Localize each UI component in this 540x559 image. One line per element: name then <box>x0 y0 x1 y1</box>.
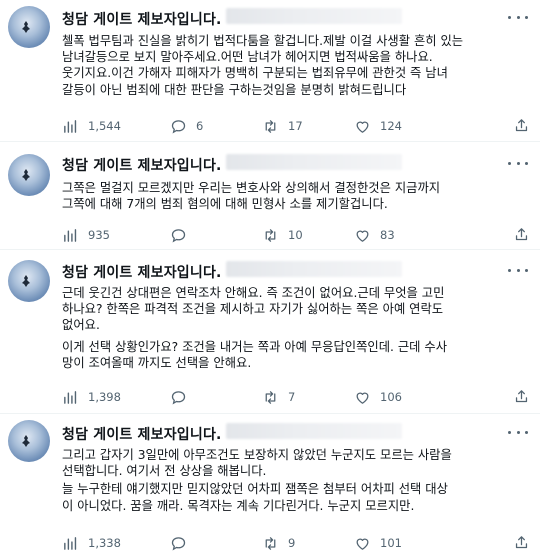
speech-bubble-icon <box>171 119 186 133</box>
tweet-actions: 1,544 6 17 124 <box>62 117 532 135</box>
reply-button[interactable] <box>170 388 196 406</box>
heart-icon <box>356 392 369 404</box>
author-name[interactable]: 청담 게이트 제보자입니다. <box>62 155 222 175</box>
author-handle-redacted <box>226 423 402 439</box>
reply-button[interactable] <box>170 226 196 244</box>
views-button[interactable]: 1,338 <box>62 534 121 552</box>
bar-chart-icon <box>64 228 77 242</box>
share-icon[interactable] <box>513 388 530 409</box>
reply-button[interactable]: 6 <box>170 117 203 135</box>
views-button[interactable]: 935 <box>62 226 110 244</box>
author-handle-redacted <box>226 154 402 170</box>
tweet-actions: 935 10 83 <box>62 226 532 244</box>
heart-icon <box>356 230 369 242</box>
author-handle-redacted <box>226 261 402 277</box>
retweet-button[interactable]: 7 <box>262 388 295 406</box>
retweet-button[interactable]: 17 <box>262 117 303 135</box>
author-handle-redacted <box>226 8 402 24</box>
tweet-text: 그쪽은 멀걸지 모르겠지만 우리는 변호사와 상의해서 결정한것은 지금까지 그… <box>62 181 441 212</box>
more-dots-icon[interactable] <box>508 10 528 24</box>
tweet[interactable]: 청담 게이트 제보자입니다. 그리고 갑자기 3일만에 아무조건도 보장하지 않… <box>0 414 540 559</box>
retweet-button[interactable]: 10 <box>262 226 303 244</box>
views-button[interactable]: 1,544 <box>62 117 121 135</box>
more-dots-icon[interactable] <box>508 425 528 439</box>
tweet-text: 그리고 갑자기 3일만에 아무조건도 보장하지 않았던 누군지도 모르는 사람을… <box>62 448 452 513</box>
heart-icon <box>356 538 369 550</box>
avatar[interactable] <box>8 6 50 48</box>
retweet-icon <box>265 119 276 133</box>
more-dots-icon[interactable] <box>508 156 528 170</box>
tweet-actions: 1,338 9 101 <box>62 534 532 552</box>
tweet-text: 근데 웃긴건 상대편은 연락조차 안해요. 즉 조건이 없어요.근데 무엇을 고… <box>62 286 448 370</box>
like-button[interactable]: 106 <box>354 388 402 406</box>
author-name[interactable]: 청담 게이트 제보자입니다. <box>62 262 222 282</box>
tweet-text: 첼폭 법무팀과 진실을 밝히기 법적다툼을 할겁니다.제발 이걸 사생활 흔히 … <box>62 34 464 97</box>
share-icon[interactable] <box>513 117 530 138</box>
tweet-actions: 1,398 7 106 <box>62 388 532 406</box>
more-dots-icon[interactable] <box>508 263 528 277</box>
like-button[interactable]: 101 <box>354 534 402 552</box>
author-name[interactable]: 청담 게이트 제보자입니다. <box>62 9 222 29</box>
bar-chart-icon <box>64 390 77 404</box>
retweet-icon <box>265 536 276 550</box>
retweet-button[interactable]: 9 <box>262 534 295 552</box>
avatar[interactable] <box>8 154 50 196</box>
reply-button[interactable] <box>170 534 196 552</box>
like-button[interactable]: 83 <box>354 226 395 244</box>
heart-icon <box>356 121 369 133</box>
author-name[interactable]: 청담 게이트 제보자입니다. <box>62 424 222 444</box>
avatar[interactable] <box>8 420 50 462</box>
tweet[interactable]: 청담 게이트 제보자입니다. 그쪽은 멀걸지 모르겠지만 우리는 변호사와 상의… <box>0 142 540 249</box>
speech-bubble-icon <box>171 536 186 550</box>
share-icon[interactable] <box>513 226 530 247</box>
avatar[interactable] <box>8 260 50 302</box>
tweet[interactable]: 청담 게이트 제보자입니다. 근데 웃긴건 상대편은 연락조차 안해요. 즉 조… <box>0 250 540 413</box>
views-button[interactable]: 1,398 <box>62 388 121 406</box>
retweet-icon <box>265 228 276 242</box>
speech-bubble-icon <box>171 228 186 242</box>
like-button[interactable]: 124 <box>354 117 402 135</box>
share-icon[interactable] <box>513 534 530 555</box>
speech-bubble-icon <box>171 390 186 404</box>
bar-chart-icon <box>64 119 77 133</box>
retweet-icon <box>265 390 276 404</box>
bar-chart-icon <box>64 536 77 550</box>
tweet[interactable]: 청담 게이트 제보자입니다. 첼폭 법무팀과 진실을 밝히기 법적다툼을 할겁니… <box>0 0 540 141</box>
